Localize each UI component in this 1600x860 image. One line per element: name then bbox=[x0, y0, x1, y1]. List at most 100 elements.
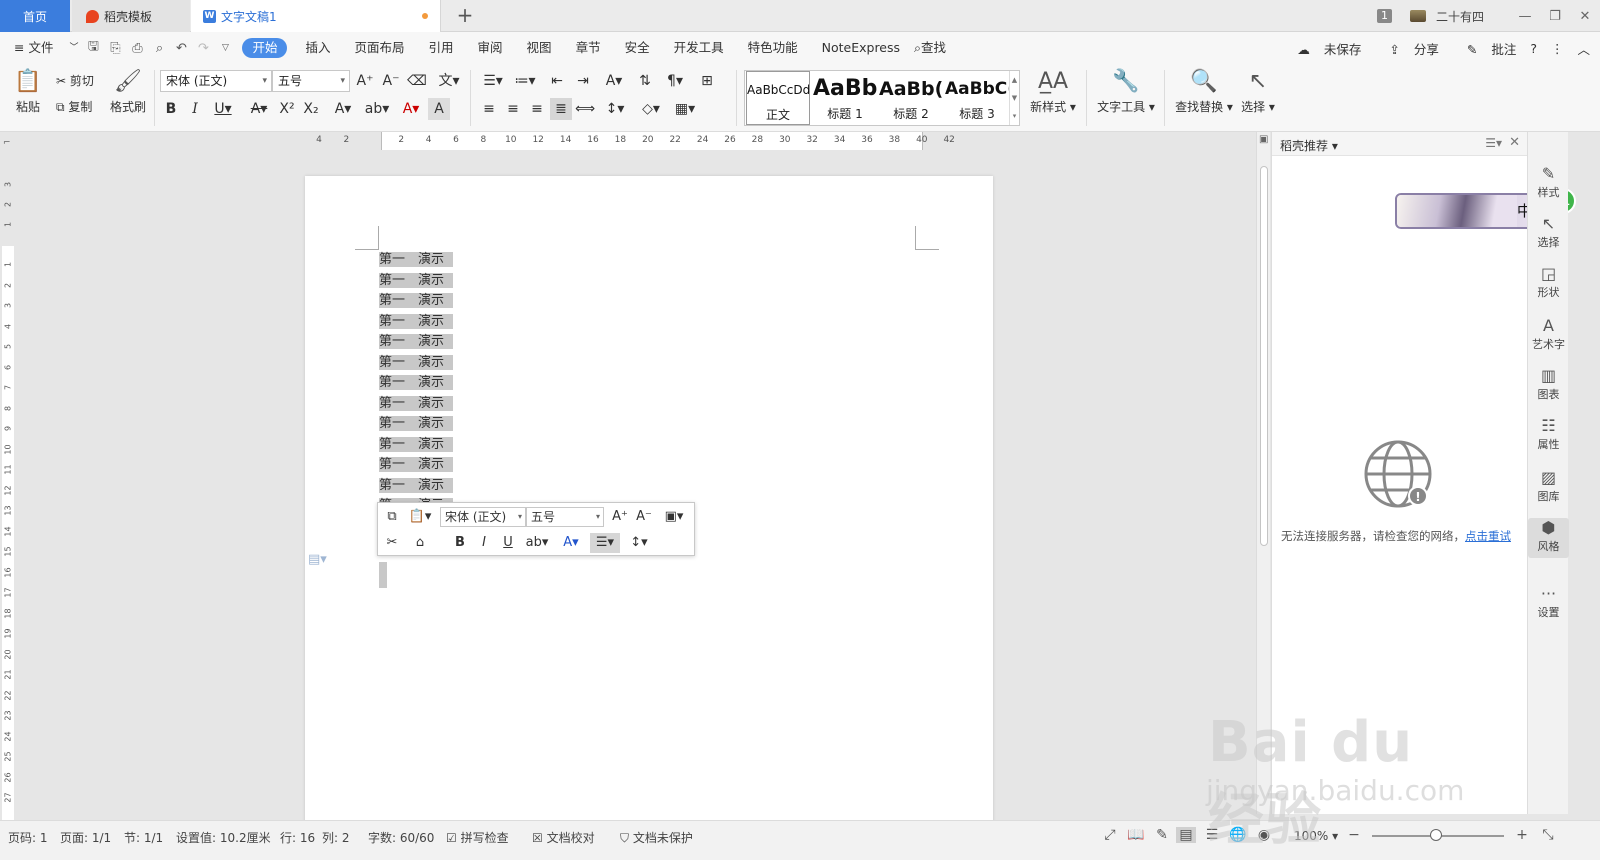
outline-view-icon[interactable]: ☰ bbox=[1202, 827, 1222, 843]
export-pdf-icon[interactable]: ⎘ bbox=[104, 41, 126, 56]
web-view-icon[interactable]: 🌐 bbox=[1228, 827, 1248, 843]
increase-indent-icon[interactable]: ⇥ bbox=[572, 70, 594, 92]
status-column[interactable]: 列: 2 bbox=[322, 829, 350, 846]
select-button[interactable]: ↖ 选择 ▾ bbox=[1238, 68, 1278, 115]
zoom-out-icon[interactable]: − bbox=[1344, 827, 1364, 843]
spell-check-button[interactable]: ☑ 拼写检查 bbox=[446, 829, 509, 846]
reading-mode-icon[interactable]: 📖 bbox=[1126, 827, 1146, 843]
doc-line[interactable]: 第一 演示 bbox=[379, 271, 454, 292]
comment-button[interactable]: ✎ 批注 bbox=[1453, 39, 1517, 58]
write-mode-icon[interactable]: ✎ bbox=[1152, 827, 1172, 843]
menu-page-layout[interactable]: 页面布局 bbox=[343, 38, 417, 58]
grow-font-icon[interactable]: A⁺ bbox=[354, 70, 376, 92]
menu-chapter[interactable]: 章节 bbox=[564, 38, 613, 58]
subscript-icon[interactable]: X₂ bbox=[300, 98, 322, 120]
horizontal-ruler[interactable]: 4 2 2 4 6 8 10 12 14 16 18 20 22 24 26 28 30 32 34 36 38 40 42 bbox=[305, 132, 1001, 150]
doc-line[interactable]: 第一 演示 bbox=[379, 476, 454, 497]
bold-icon[interactable]: B bbox=[160, 98, 182, 120]
unsaved-cloud-button[interactable]: ☁ 未保存 bbox=[1283, 39, 1361, 58]
status-pages[interactable]: 页面: 1/1 bbox=[60, 829, 111, 846]
align-icon[interactable]: ☰▾ bbox=[590, 533, 620, 553]
menu-file[interactable]: ≡ 文件 bbox=[0, 38, 65, 58]
highlight-icon[interactable]: ab▾ bbox=[362, 98, 392, 120]
scrollbar-thumb[interactable] bbox=[1260, 166, 1268, 546]
document-page[interactable]: 第一 演示 第一 演示 第一 演示 第一 演示 第一 演示 第一 演示 第一 演示 第一 演示… bbox=[305, 176, 993, 820]
paste-icon[interactable]: 📋▾ bbox=[406, 507, 434, 527]
font-name-select[interactable]: 宋体 (正文) ▾ bbox=[160, 70, 272, 92]
style-heading-2[interactable]: AaBb( 标题 2 bbox=[879, 71, 943, 125]
paste-button[interactable]: 📋 粘贴 bbox=[10, 68, 46, 115]
close-icon[interactable]: ✕ bbox=[1509, 135, 1520, 150]
collapse-ribbon-icon[interactable]: ︿ bbox=[1577, 39, 1590, 58]
align-left-icon[interactable]: ≡ bbox=[478, 98, 500, 120]
superscript-icon[interactable]: X² bbox=[276, 98, 298, 120]
vertical-ruler[interactable]: 3 2 1 1 2 3 4 5 6 7 8 9 10 11 12 13 14 15 16 17 18 19 20 21 22 23… bbox=[0, 150, 16, 820]
status-section[interactable]: 节: 1/1 bbox=[124, 829, 163, 846]
italic-icon[interactable]: I bbox=[474, 533, 494, 553]
underline-icon[interactable]: U bbox=[498, 533, 518, 553]
menu-developer[interactable]: 开发工具 bbox=[662, 38, 736, 58]
panel-menu-icon[interactable]: ☰▾ bbox=[1485, 136, 1502, 150]
icon-bar-select[interactable]: ↖ 选择 bbox=[1528, 214, 1569, 250]
show-marks-icon[interactable]: ¶▾ bbox=[660, 70, 690, 92]
copy-icon[interactable]: ⧉ bbox=[382, 507, 402, 527]
justify-icon[interactable]: ≣ bbox=[550, 98, 572, 120]
tab-home[interactable]: 首页 bbox=[0, 0, 70, 32]
icon-bar-style[interactable]: ✎ 样式 bbox=[1528, 164, 1569, 200]
underline-icon[interactable]: U▾ bbox=[208, 98, 238, 120]
doc-line[interactable]: 第一 演示 bbox=[379, 250, 454, 271]
italic-icon[interactable]: I bbox=[184, 98, 206, 120]
restore-icon[interactable]: ❐ bbox=[1540, 9, 1570, 24]
menu-references[interactable]: 引用 bbox=[417, 38, 466, 58]
char-shading-icon[interactable]: A bbox=[428, 98, 450, 120]
font-color-icon[interactable]: A▾ bbox=[396, 98, 426, 120]
align-right-icon[interactable]: ≡ bbox=[526, 98, 548, 120]
doc-line[interactable]: 第一 演示 bbox=[379, 373, 454, 394]
strikethrough-icon[interactable]: A▾ bbox=[244, 98, 274, 120]
retry-link[interactable]: 点击重试 bbox=[1465, 529, 1511, 543]
bold-icon[interactable]: B bbox=[450, 533, 470, 553]
style-normal[interactable]: AaBbCcDd 正文 bbox=[746, 71, 810, 125]
document-canvas[interactable]: 第一 演示 第一 演示 第一 演示 第一 演示 第一 演示 第一 演示 第一 演示 第一 演示… bbox=[16, 150, 1270, 820]
shrink-font-icon[interactable]: A⁻ bbox=[380, 70, 402, 92]
style-gallery-scroll[interactable]: ▲ ▼ ▾ bbox=[1009, 71, 1019, 125]
zoom-in-icon[interactable]: + bbox=[1512, 827, 1532, 843]
print-preview-icon[interactable]: ⌕ bbox=[148, 41, 170, 56]
bullet-list-icon[interactable]: ☰▾ bbox=[478, 70, 508, 92]
status-row[interactable]: 行: 16 bbox=[280, 829, 315, 846]
more-options-icon[interactable]: ⋮ bbox=[1551, 41, 1564, 56]
tab-document[interactable]: W 文字文稿1 bbox=[191, 0, 441, 32]
line-spacing-icon[interactable]: ↕▾ bbox=[600, 98, 630, 120]
menu-start[interactable]: 开始 bbox=[242, 38, 288, 58]
borders-icon[interactable]: ▦▾ bbox=[670, 98, 700, 120]
style-heading-1[interactable]: AaBb 标题 1 bbox=[813, 71, 877, 125]
chevron-down-icon[interactable]: ﹀ bbox=[65, 38, 82, 58]
phonetic-guide-icon[interactable]: 文▾ bbox=[434, 70, 464, 92]
paste-options-icon[interactable]: ▤▾ bbox=[308, 552, 327, 567]
menu-security[interactable]: 安全 bbox=[613, 38, 662, 58]
icon-bar-settings[interactable]: ··· 设置 bbox=[1528, 584, 1569, 620]
doc-line[interactable]: 第一 演示 bbox=[379, 455, 454, 476]
zoom-level[interactable]: 100% ▾ bbox=[1294, 829, 1338, 843]
split-view-icon[interactable]: ▣ bbox=[1259, 134, 1268, 145]
vertical-scrollbar[interactable]: ▣ bbox=[1256, 132, 1270, 814]
new-tab-button[interactable]: + bbox=[452, 3, 478, 29]
font-color-icon[interactable]: A▾ bbox=[558, 533, 584, 553]
status-page-number[interactable]: 页码: 1 bbox=[8, 829, 48, 846]
style-heading-3[interactable]: AaBbC( 标题 3 bbox=[945, 71, 1009, 125]
window-count-badge[interactable]: 1 bbox=[1376, 9, 1392, 23]
eye-protection-icon[interactable]: ◉ bbox=[1254, 827, 1274, 843]
undo-icon[interactable]: ↶ bbox=[170, 41, 192, 56]
mini-font-name-select[interactable]: 宋体 (正文) ▾ bbox=[440, 507, 526, 527]
find-replace-button[interactable]: 🔍 查找替换 ▾ bbox=[1172, 68, 1236, 115]
save-icon[interactable]: 🖫 bbox=[82, 37, 104, 59]
new-style-button[interactable]: A̲A 新样式 ▾ bbox=[1026, 68, 1080, 115]
help-button[interactable]: ? bbox=[1530, 41, 1537, 56]
doc-line[interactable]: 第一 演示 bbox=[379, 353, 454, 374]
text-wrap-icon[interactable]: ▣▾ bbox=[660, 507, 688, 527]
clear-format-icon[interactable]: ⌫ bbox=[406, 70, 428, 92]
menu-view[interactable]: 视图 bbox=[515, 38, 564, 58]
copy-button[interactable]: ⧉ 复制 bbox=[56, 98, 92, 115]
table-layout-icon[interactable]: ⊞ bbox=[696, 70, 718, 92]
doc-line[interactable]: 第一 演示 bbox=[379, 332, 454, 353]
